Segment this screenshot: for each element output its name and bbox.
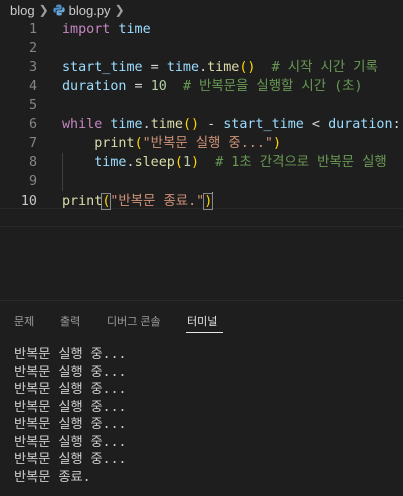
code-line: 10 print("반복문 종료.") [0, 192, 403, 211]
code-line: 6 while time.time() - start_time < durati… [0, 115, 403, 134]
code-token: . [142, 117, 151, 132]
line-number: 1 [28, 22, 37, 37]
code-token: = [142, 60, 167, 75]
code-token: import [62, 22, 111, 37]
code-token: time [94, 155, 127, 170]
panel-tabs: 문제 출력 디버그 콘솔 터미널 [0, 308, 403, 334]
tab-debug-console[interactable]: 디버그 콘솔 [107, 313, 161, 329]
code-token: start_time [223, 117, 304, 132]
python-file-icon [52, 4, 65, 16]
code-token: # 반복문을 실행할 시간 (초) [182, 79, 363, 94]
code-token: duration [328, 117, 393, 132]
code-line: 9 [0, 172, 403, 191]
line-number: 10 [20, 194, 37, 209]
code-token: = [126, 79, 151, 94]
code-token: 1 [182, 155, 191, 170]
line-number: 5 [28, 98, 37, 113]
terminal-line: 반복문 실행 중... [14, 347, 127, 362]
code-line: 8 time.sleep(1) # 1초 간격으로 반복문 실행 [0, 153, 403, 172]
chevron-right-icon: ❯ [38, 3, 49, 17]
code-token: ) [203, 193, 214, 210]
tab-terminal[interactable]: 터미널 [187, 313, 217, 329]
code-token: duration [62, 79, 127, 94]
code-token: : [392, 117, 401, 132]
text-cursor [212, 192, 214, 208]
terminal-line: 반복문 실행 중... [14, 417, 127, 432]
terminal-line: 반복문 실행 중... [14, 382, 127, 397]
code-token: time [150, 117, 183, 132]
code-token: sleep [134, 155, 175, 170]
code-text: start_time = time.time() # 시작 시간 기록 [62, 58, 378, 77]
breadcrumb-folder[interactable]: blog [10, 3, 35, 18]
code-token: . [126, 155, 135, 170]
terminal-line: 반복문 실행 중... [14, 452, 127, 467]
line-number: 8 [28, 155, 37, 170]
code-token: # 1초 간격으로 반복문 실행 [215, 155, 387, 170]
code-text: print("반복문 종료.") [62, 192, 214, 211]
code-line: 4 duration = 10 # 반복문을 실행할 시간 (초) [0, 77, 403, 96]
breadcrumb: blog ❯ blog.py ❯ [0, 0, 403, 20]
code-line: 2 [0, 39, 403, 58]
code-token: 10 [150, 79, 167, 94]
code-token: start_time [62, 60, 143, 75]
code-token: time [166, 60, 200, 75]
terminal-line: 반복문 실행 중... [14, 399, 127, 415]
active-tab-indicator [186, 332, 223, 333]
line-number: 7 [28, 136, 37, 151]
code-token: "반복문 실행 중..." [142, 136, 273, 151]
code-line: 7 print("반복문 실행 중...") [0, 134, 403, 153]
code-text: duration = 10 # 반복문을 실행할 시간 (초) [62, 77, 363, 96]
code-token: < [303, 117, 329, 132]
tab-problems[interactable]: 문제 [14, 313, 34, 329]
line-number: 2 [28, 41, 37, 56]
code-line: 5 [0, 96, 403, 115]
code-line: 1 import time [0, 20, 403, 39]
code-token: ( [174, 155, 183, 170]
code-editor[interactable]: 1 import time 2 3 start_time = time.time() #… [0, 18, 403, 300]
code-token: while [62, 117, 103, 132]
line-number: 4 [28, 79, 37, 94]
chevron-right-icon: ❯ [114, 3, 125, 17]
line-number: 3 [28, 60, 37, 75]
terminal-line: 반복문 종료. [14, 469, 91, 485]
code-token: time [110, 117, 143, 132]
code-token: . [199, 60, 208, 75]
code-token: () [239, 60, 256, 75]
code-token: ) [191, 155, 200, 170]
code-text: while time.time() - start_time < duratio… [62, 115, 401, 134]
line-number: 6 [28, 117, 37, 132]
code-token: print [94, 136, 135, 151]
code-token: # 시작 시간 기록 [271, 60, 378, 75]
code-token: ) [272, 136, 282, 151]
code-token: - [199, 117, 224, 132]
panel-divider [0, 300, 403, 301]
terminal-line: 반복문 실행 중... [14, 434, 127, 450]
tab-output[interactable]: 출력 [60, 313, 80, 329]
code-token: print [62, 194, 103, 209]
code-text: import time [62, 20, 151, 39]
code-line: 3 start_time = time.time() # 시작 시간 기록 [0, 58, 403, 77]
terminal-line: 반복문 실행 중... [14, 364, 127, 380]
code-token: "반복문 종료." [110, 194, 205, 209]
code-token: time [207, 60, 240, 75]
code-token: time [118, 22, 151, 37]
code-text: time.sleep(1) # 1초 간격으로 반복문 실행 [62, 153, 387, 172]
code-token: ( [134, 136, 143, 151]
line-number: 9 [28, 174, 37, 189]
breadcrumb-file[interactable]: blog.py [69, 3, 111, 18]
code-token: () [182, 117, 200, 132]
code-text: print("반복문 실행 중...") [62, 134, 281, 153]
